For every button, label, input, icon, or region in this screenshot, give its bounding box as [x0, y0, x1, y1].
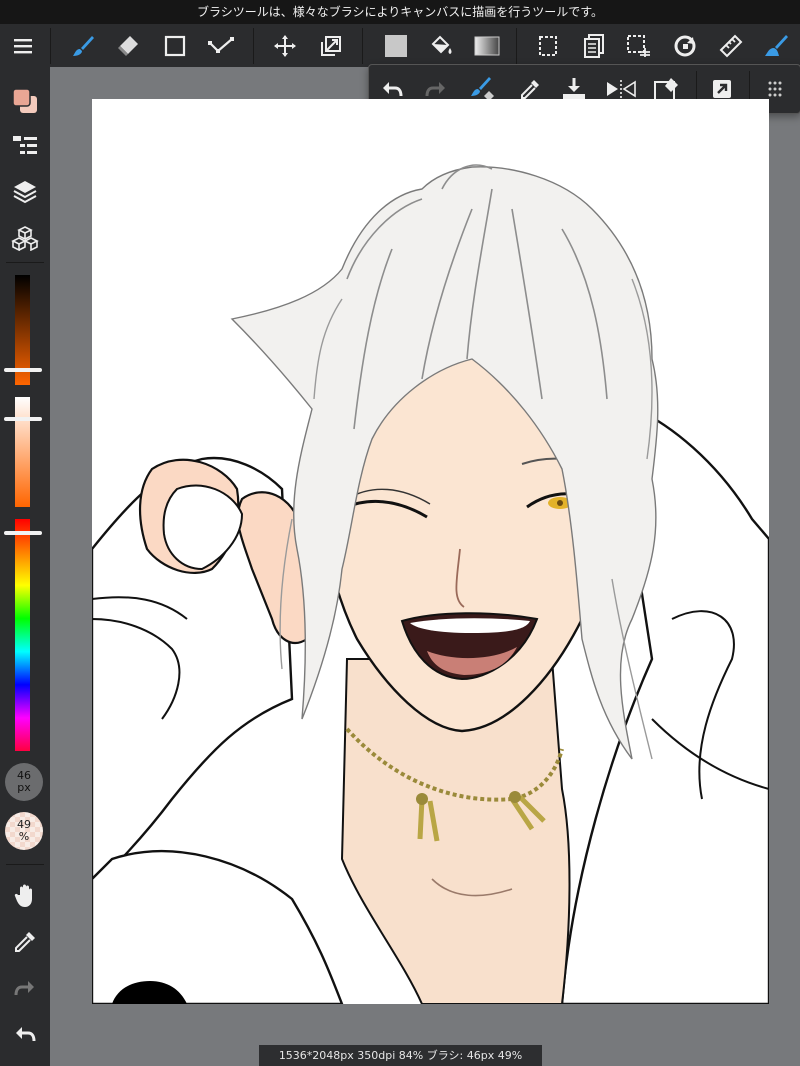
drawing-canvas[interactable] [92, 99, 769, 1004]
brightness-slider-knob[interactable] [4, 368, 42, 372]
brush-opacity-indicator[interactable]: 49 % [5, 812, 43, 850]
left-sidebar: 46 px 49 % [0, 67, 50, 1066]
top-toolbar [0, 24, 800, 67]
hue-slider[interactable] [15, 519, 30, 751]
brush-size-unit: px [17, 781, 31, 794]
brush-settings-icon[interactable] [759, 29, 793, 63]
brush-opacity-unit: % [18, 830, 30, 843]
artwork-illustration [92, 164, 769, 1004]
select-rect-icon[interactable] [531, 29, 565, 63]
tool-tooltip: ブラシツールは、様々なブラシによりキャンバスに描画を行うツールです。 [0, 0, 800, 24]
layers-icon[interactable] [5, 174, 45, 210]
brush-size-indicator[interactable]: 46 px [5, 763, 43, 801]
undo-icon[interactable] [5, 1016, 45, 1052]
eraser-icon[interactable] [111, 29, 145, 63]
saturation-slider-knob[interactable] [4, 417, 42, 421]
color-swatch-icon[interactable] [5, 83, 45, 119]
bucket-icon[interactable] [424, 29, 458, 63]
copy-paste-icon[interactable] [577, 29, 611, 63]
line-edit-icon[interactable] [204, 29, 238, 63]
redo-icon [5, 970, 45, 1006]
brush-icon[interactable] [66, 29, 100, 63]
hue-slider-knob[interactable] [4, 531, 42, 535]
fill-rect-icon[interactable] [379, 29, 413, 63]
layer-list-icon[interactable] [5, 128, 45, 164]
materials-icon[interactable] [5, 220, 45, 256]
move-icon[interactable] [268, 29, 302, 63]
rotate-icon[interactable] [668, 29, 702, 63]
hand-icon[interactable] [5, 878, 45, 914]
ruler-icon[interactable] [714, 29, 748, 63]
shape-icon[interactable] [158, 29, 192, 63]
gradient-icon[interactable] [470, 29, 504, 63]
select-tool-icon[interactable] [622, 29, 656, 63]
menu-icon[interactable] [6, 29, 40, 63]
eyedropper-icon[interactable] [5, 924, 45, 960]
transform-icon[interactable] [314, 29, 348, 63]
status-bar: 1536*2048px 350dpi 84% ブラシ: 46px 49% [259, 1045, 542, 1066]
saturation-slider[interactable] [15, 397, 30, 507]
